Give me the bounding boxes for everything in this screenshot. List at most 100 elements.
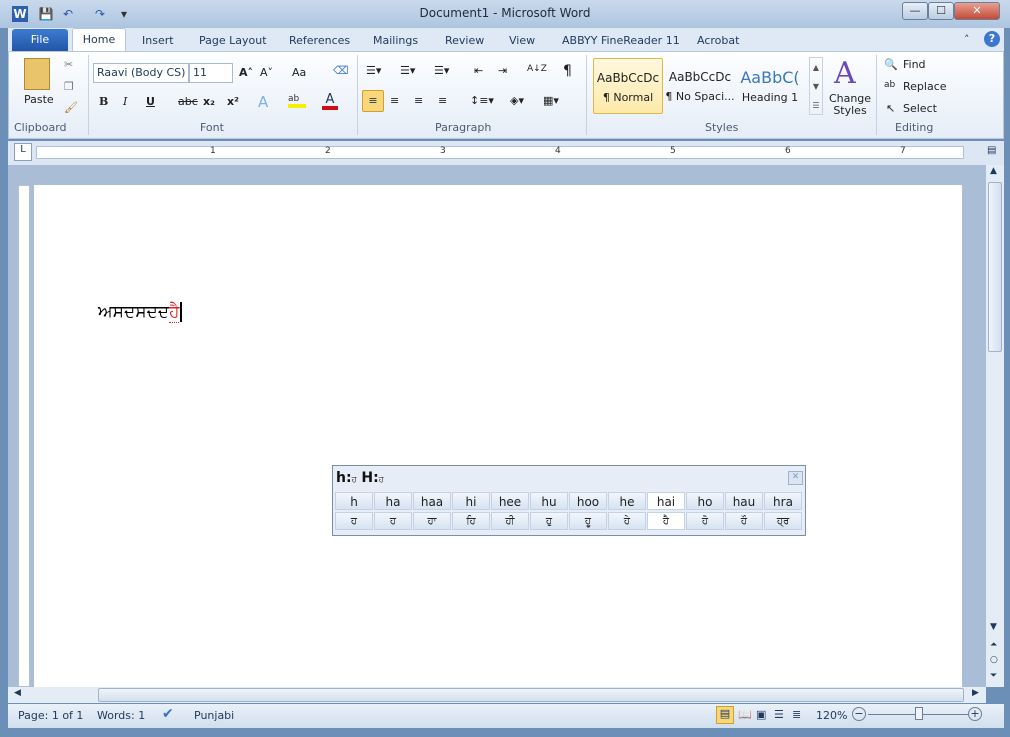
grow-font-button[interactable]: A˄ — [239, 66, 253, 79]
paste-icon[interactable] — [24, 58, 50, 90]
superscript-button[interactable]: x² — [227, 95, 239, 108]
shading-icon[interactable]: ◈▾ — [510, 94, 524, 107]
close-button[interactable]: ✕ — [954, 2, 1000, 20]
candidate-gurmukhi[interactable]: ਹੇ — [608, 512, 646, 530]
tab-mailings[interactable]: Mailings — [373, 31, 418, 51]
font-name-combo[interactable]: Raavi (Body CS) — [93, 63, 189, 83]
change-styles-button[interactable]: Change Styles — [828, 93, 872, 117]
borders-icon[interactable]: ▦▾ — [543, 94, 559, 107]
candidate-gurmukhi[interactable]: ਹੌ — [725, 512, 763, 530]
tab-acrobat[interactable]: Acrobat — [697, 31, 739, 51]
select-button[interactable]: Select — [903, 102, 937, 115]
candidate-gurmukhi[interactable]: ਹੂ — [569, 512, 607, 530]
show-formatting-button[interactable]: ¶ — [563, 63, 572, 79]
customize-qat-icon[interactable]: ▾ — [116, 6, 132, 22]
bullets-icon[interactable]: ☰▾ — [366, 64, 381, 77]
zoom-in-button[interactable]: + — [968, 707, 982, 721]
candidate-gurmukhi[interactable]: ਹ — [374, 512, 412, 530]
replace-button[interactable]: Replace — [903, 80, 947, 93]
line-spacing-icon[interactable]: ↕≡▾ — [470, 94, 494, 107]
decrease-indent-icon[interactable]: ⇤ — [474, 64, 483, 77]
candidate-latin[interactable]: ho — [686, 492, 724, 510]
paste-button[interactable]: Paste — [24, 93, 54, 106]
style-heading-1[interactable]: AaBbC( Heading 1 — [737, 58, 803, 114]
tab-review[interactable]: Review — [445, 31, 484, 51]
scroll-up-icon[interactable]: ▲ — [990, 166, 997, 176]
view-ruler-icon[interactable]: ▤ — [987, 145, 1001, 161]
copy-icon[interactable]: ❐ — [64, 80, 74, 93]
candidate-latin[interactable]: hau — [725, 492, 763, 510]
tab-selector[interactable]: L — [14, 143, 32, 161]
maximize-button[interactable]: ☐ — [928, 2, 954, 20]
bold-button[interactable]: B — [99, 95, 108, 108]
change-case-button[interactable]: Aa — [292, 66, 306, 79]
tab-abbyy[interactable]: ABBYY FineReader 11 — [562, 31, 680, 51]
horizontal-ruler[interactable] — [36, 146, 964, 159]
draft-icon[interactable]: ≣ — [792, 708, 801, 721]
outline-icon[interactable]: ☰ — [774, 708, 784, 721]
candidate-gurmukhi[interactable]: ਹੀ — [491, 512, 529, 530]
web-layout-icon[interactable]: ▣ — [756, 708, 766, 721]
save-icon[interactable]: 💾 — [38, 6, 54, 22]
candidate-latin[interactable]: hai — [647, 492, 685, 510]
format-painter-icon[interactable]: 🖌 — [64, 101, 78, 114]
highlight-icon[interactable]: ab — [288, 94, 306, 108]
horizontal-scroll-thumb[interactable] — [98, 688, 964, 702]
undo-icon[interactable]: ↶ — [60, 6, 76, 22]
tab-references[interactable]: References — [289, 31, 350, 51]
align-right-icon[interactable]: ≡ — [414, 94, 423, 107]
candidate-latin[interactable]: hi — [452, 492, 490, 510]
candidate-latin[interactable]: h — [335, 492, 373, 510]
help-icon[interactable]: ? — [984, 31, 1000, 47]
clear-formatting-icon[interactable]: ⌫ — [333, 64, 349, 77]
zoom-level[interactable]: 120% — [816, 709, 847, 722]
candidate-gurmukhi[interactable]: ਹਿ — [452, 512, 490, 530]
cut-icon[interactable]: ✂ — [64, 58, 73, 71]
candidate-gurmukhi[interactable]: ਹੁ — [530, 512, 568, 530]
font-color-icon[interactable]: A — [322, 92, 338, 110]
language-indicator[interactable]: Punjabi — [194, 709, 234, 722]
multilevel-list-icon[interactable]: ☰▾ — [434, 64, 449, 77]
document-text[interactable]: ਅਸਦਸਦਦਹੈ — [98, 302, 183, 323]
style-no-spacing[interactable]: AaBbCcDc ¶ No Spaci... — [665, 58, 735, 114]
shrink-font-button[interactable]: A˅ — [260, 66, 273, 79]
candidate-latin[interactable]: hoo — [569, 492, 607, 510]
scroll-left-icon[interactable]: ◀ — [14, 688, 21, 698]
align-left-icon[interactable]: ≡ — [362, 90, 384, 112]
align-center-icon[interactable]: ≡ — [390, 94, 399, 107]
candidate-gurmukhi[interactable]: ਹ੍ਰ — [764, 512, 802, 530]
proofing-icon[interactable]: ✔ — [162, 706, 174, 722]
collapse-ribbon-icon[interactable]: ˄ — [964, 33, 970, 46]
document-page[interactable] — [34, 185, 962, 687]
candidate-latin[interactable]: he — [608, 492, 646, 510]
redo-icon[interactable]: ↷ — [92, 6, 108, 22]
scroll-down-icon[interactable]: ▼ — [990, 622, 997, 632]
subscript-button[interactable]: x₂ — [203, 95, 215, 108]
browse-object-icon[interactable]: ○ — [990, 655, 998, 665]
word-app-icon[interactable]: W — [12, 6, 28, 22]
tab-home[interactable]: Home — [72, 28, 126, 52]
tab-page-layout[interactable]: Page Layout — [199, 31, 267, 51]
italic-button[interactable]: I — [123, 95, 127, 108]
style-normal[interactable]: AaBbCcDc ¶ Normal — [593, 58, 663, 114]
text-effects-icon[interactable]: A — [258, 93, 268, 111]
increase-indent-icon[interactable]: ⇥ — [498, 64, 507, 77]
tab-view[interactable]: View — [509, 31, 535, 51]
candidate-gurmukhi[interactable]: ਹੈ — [647, 512, 685, 530]
minimize-button[interactable]: — — [902, 2, 928, 20]
candidate-latin[interactable]: ha — [374, 492, 412, 510]
candidate-latin[interactable]: hra — [764, 492, 802, 510]
candidate-gurmukhi[interactable]: ਹਾ — [413, 512, 451, 530]
print-layout-icon[interactable]: ▤ — [716, 706, 734, 724]
sort-icon[interactable]: A↓Z — [527, 64, 547, 74]
candidate-gurmukhi[interactable]: ਹ — [335, 512, 373, 530]
font-size-combo[interactable]: 11 — [189, 63, 233, 83]
scroll-right-icon[interactable]: ▶ — [972, 688, 979, 698]
zoom-out-button[interactable]: − — [852, 707, 866, 721]
candidate-latin[interactable]: haa — [413, 492, 451, 510]
justify-icon[interactable]: ≡ — [438, 94, 447, 107]
zoom-slider-thumb[interactable] — [915, 707, 923, 720]
popup-close-icon[interactable]: ✕ — [788, 471, 803, 485]
tab-file[interactable]: File — [12, 29, 68, 51]
previous-page-icon[interactable]: ⏶ — [990, 640, 997, 650]
